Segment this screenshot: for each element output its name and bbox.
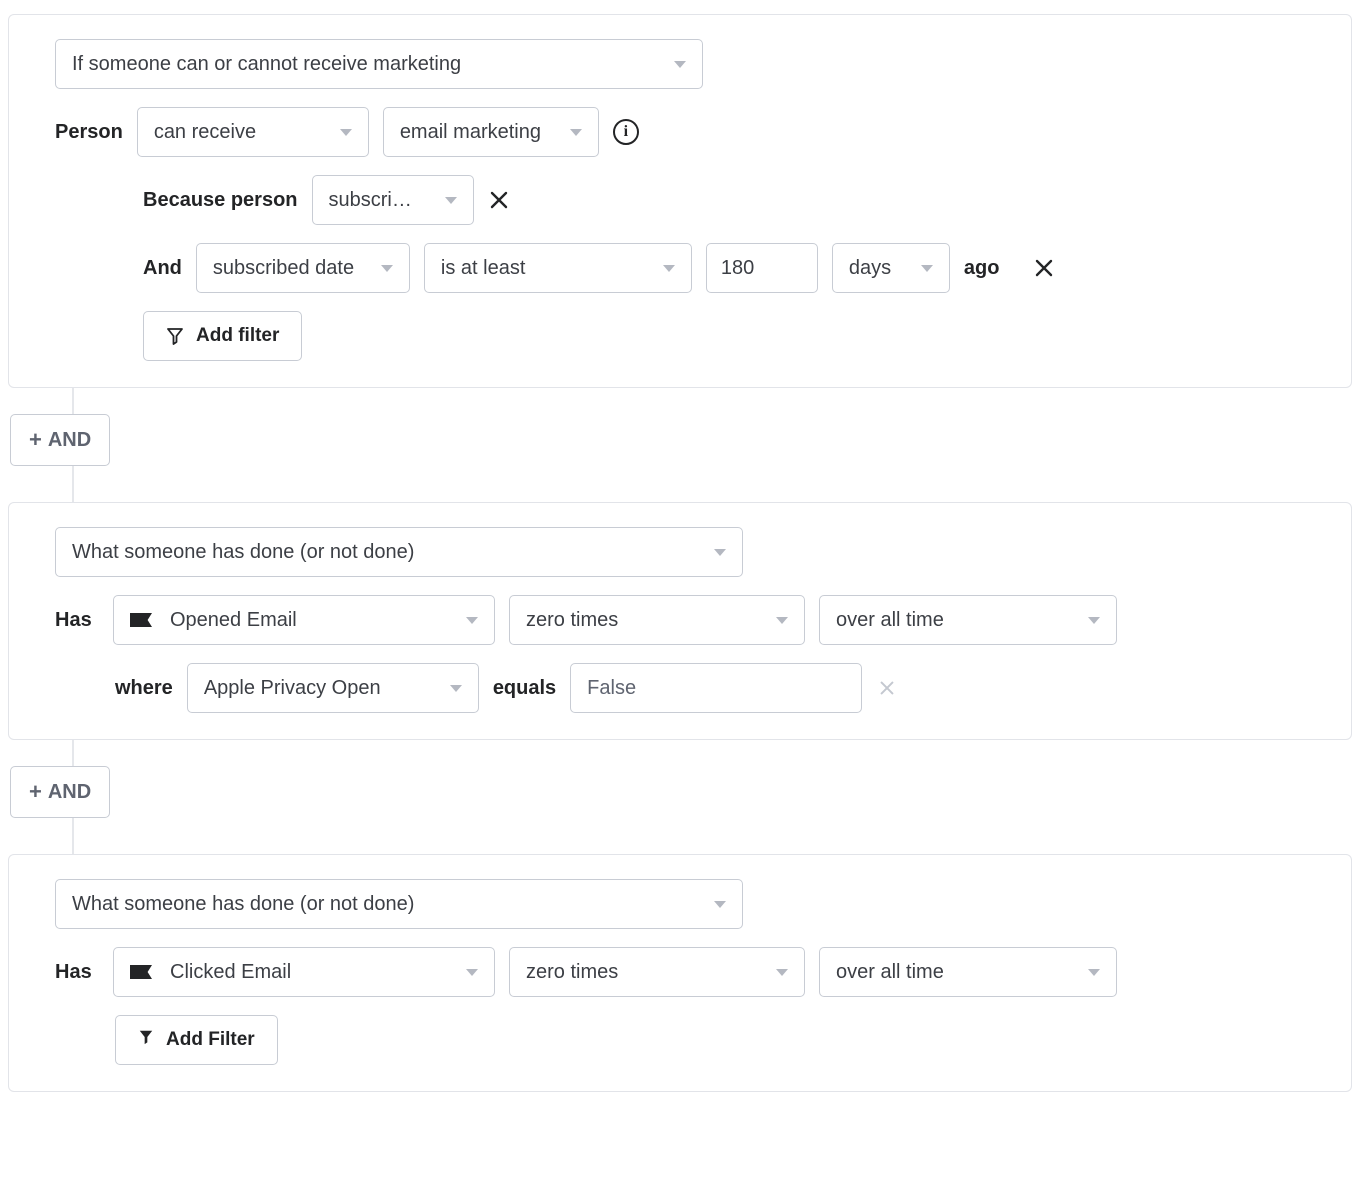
times-value: zero times <box>526 961 752 984</box>
chevron-down-icon <box>445 197 457 204</box>
remove-where-icon[interactable] <box>876 677 898 699</box>
condition-type-select[interactable]: What someone has done (or not done) <box>55 879 743 929</box>
person-label: Person <box>55 121 123 144</box>
add-filter-button[interactable]: Add filter <box>143 311 302 361</box>
condition-block-marketing: If someone can or cannot receive marketi… <box>8 14 1352 388</box>
metric-select[interactable]: Opened Email <box>113 595 495 645</box>
because-label: Because person <box>143 189 298 212</box>
times-value: zero times <box>526 609 752 632</box>
and-label: And <box>143 257 182 280</box>
chevron-down-icon <box>466 969 478 976</box>
info-icon[interactable]: i <box>613 119 639 145</box>
chevron-down-icon <box>921 265 933 272</box>
range-select[interactable]: over all time <box>819 595 1117 645</box>
date-field-select[interactable]: subscribed date <box>196 243 410 293</box>
comparator-value: is at least <box>441 257 639 280</box>
chevron-down-icon <box>466 617 478 624</box>
chevron-down-icon <box>570 129 582 136</box>
condition-type-select[interactable]: What someone has done (or not done) <box>55 527 743 577</box>
channel-value: email marketing <box>400 121 546 144</box>
date-field-value: subscribed date <box>213 257 357 280</box>
chevron-down-icon <box>776 617 788 624</box>
reason-value: subscribed <box>329 189 421 212</box>
metric-value: Opened Email <box>170 609 297 632</box>
value-input[interactable]: False <box>570 663 862 713</box>
plus-icon: + <box>29 429 42 451</box>
value-text: False <box>587 677 636 700</box>
condition-type-label: If someone can or cannot receive marketi… <box>72 53 650 76</box>
chevron-down-icon <box>340 129 352 136</box>
flag-icon <box>130 965 152 979</box>
and-connector-button-2[interactable]: + AND <box>10 766 110 818</box>
plus-icon: + <box>29 781 42 803</box>
and-connector-label: AND <box>48 429 91 452</box>
unit-select[interactable]: days <box>832 243 950 293</box>
range-value: over all time <box>836 609 1064 632</box>
chevron-down-icon <box>1088 969 1100 976</box>
metric-select[interactable]: Clicked Email <box>113 947 495 997</box>
and-connector-label: AND <box>48 781 91 804</box>
times-select[interactable]: zero times <box>509 595 805 645</box>
flag-icon <box>130 613 152 627</box>
add-filter-label: Add filter <box>196 325 279 347</box>
chevron-down-icon <box>1088 617 1100 624</box>
has-label: Has <box>55 961 99 984</box>
add-filter-button[interactable]: Add Filter <box>115 1015 278 1065</box>
funnel-icon <box>138 1029 154 1051</box>
property-value: Apple Privacy Open <box>204 677 426 700</box>
chevron-down-icon <box>663 265 675 272</box>
times-select[interactable]: zero times <box>509 947 805 997</box>
chevron-down-icon <box>776 969 788 976</box>
range-value: over all time <box>836 961 1064 984</box>
condition-type-select[interactable]: If someone can or cannot receive marketi… <box>55 39 703 89</box>
channel-select[interactable]: email marketing <box>383 107 599 157</box>
remove-date-condition-icon[interactable] <box>1033 257 1055 279</box>
chevron-down-icon <box>714 549 726 556</box>
where-label: where <box>115 677 173 700</box>
condition-type-label: What someone has done (or not done) <box>72 893 690 916</box>
condition-block-opened-email: What someone has done (or not done) Has … <box>8 502 1352 740</box>
range-select[interactable]: over all time <box>819 947 1117 997</box>
condition-block-clicked-email: What someone has done (or not done) Has … <box>8 854 1352 1092</box>
remove-subcondition-icon[interactable] <box>488 189 510 211</box>
property-select[interactable]: Apple Privacy Open <box>187 663 479 713</box>
unit-value: days <box>849 257 897 280</box>
has-label: Has <box>55 609 99 632</box>
ago-label: ago <box>964 257 1000 280</box>
comparator-select[interactable]: is at least <box>424 243 692 293</box>
funnel-icon <box>166 327 184 345</box>
can-receive-select[interactable]: can receive <box>137 107 369 157</box>
number-input[interactable] <box>706 243 818 293</box>
chevron-down-icon <box>450 685 462 692</box>
chevron-down-icon <box>381 265 393 272</box>
chevron-down-icon <box>674 61 686 68</box>
add-filter-label: Add Filter <box>166 1029 255 1051</box>
reason-select[interactable]: subscribed <box>312 175 474 225</box>
condition-type-label: What someone has done (or not done) <box>72 541 690 564</box>
metric-value: Clicked Email <box>170 961 291 984</box>
can-receive-value: can receive <box>154 121 316 144</box>
equals-label: equals <box>493 677 556 700</box>
chevron-down-icon <box>714 901 726 908</box>
and-connector-button-1[interactable]: + AND <box>10 414 110 466</box>
